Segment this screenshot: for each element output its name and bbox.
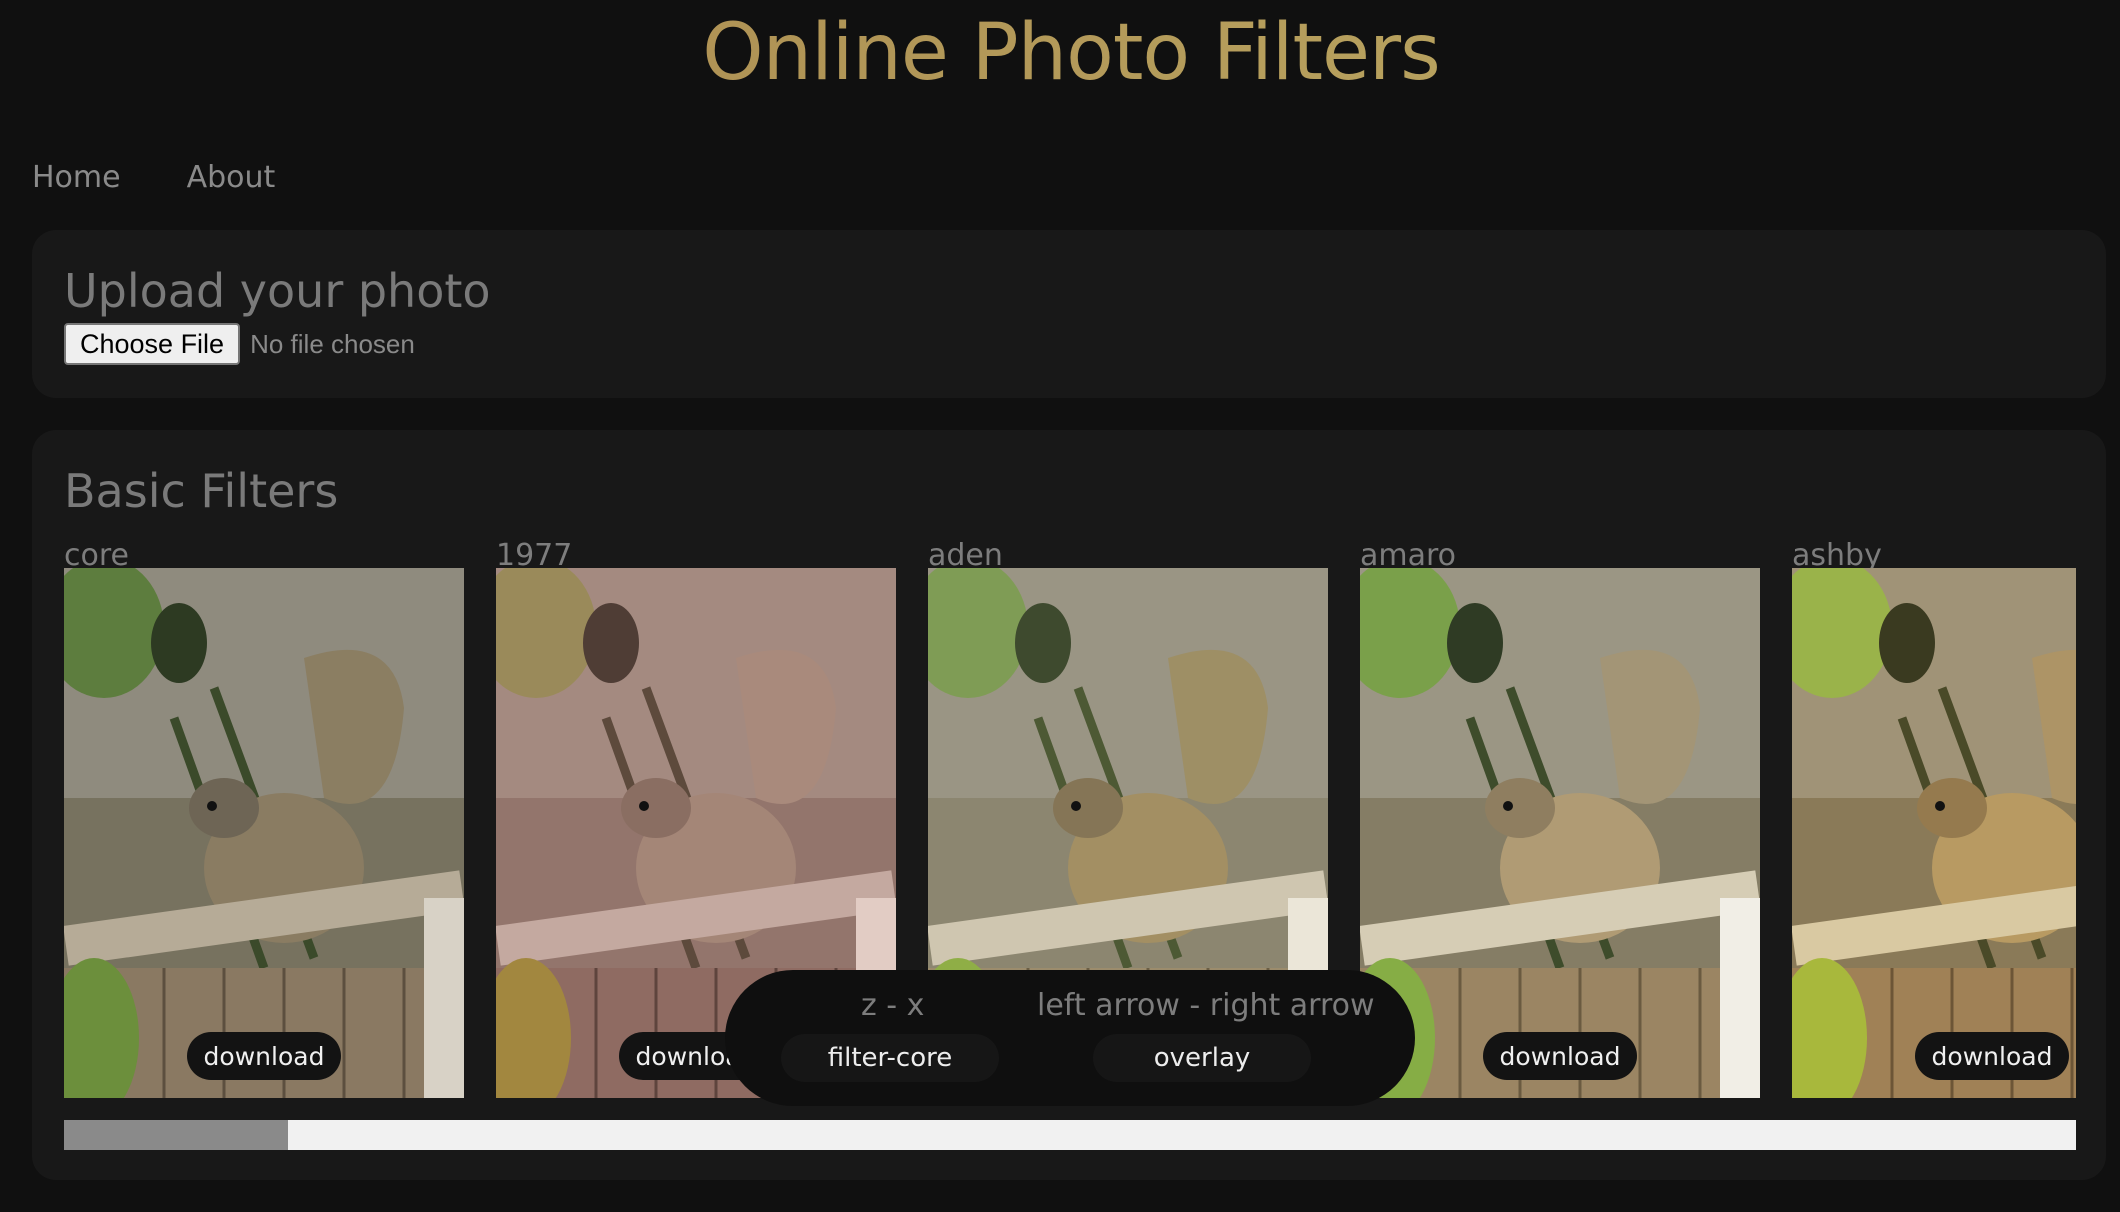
filter-card-ashby: ashby download — [1792, 538, 2076, 1098]
nav-home-link[interactable]: Home — [32, 160, 121, 195]
filter-card-core: core download — [64, 538, 464, 1098]
filter-card-amaro: amaro download — [1360, 538, 1760, 1098]
scrollbar-thumb[interactable] — [64, 1120, 288, 1150]
filter-preview-image[interactable] — [1792, 568, 2076, 1098]
download-button[interactable]: download — [1915, 1032, 2069, 1080]
keyboard-shortcut-overlay: z - x left arrow - right arrow filter-co… — [725, 970, 1415, 1106]
choose-file-button[interactable]: Choose File — [64, 323, 241, 365]
overlay-button[interactable]: overlay — [1093, 1034, 1311, 1082]
main-nav: Home About — [32, 160, 275, 195]
horizontal-scrollbar[interactable] — [64, 1120, 2076, 1150]
filter-preview-image[interactable] — [1360, 568, 1760, 1098]
overlay-shortcut-hint: left arrow - right arrow — [1037, 988, 1375, 1023]
upload-heading: Upload your photo — [64, 264, 491, 318]
page-title: Online Photo Filters — [0, 8, 2120, 98]
filter-core-button[interactable]: filter-core — [781, 1034, 999, 1082]
upload-panel: Upload your photo Choose File No file ch… — [32, 230, 2106, 398]
nav-about-link[interactable]: About — [187, 160, 276, 195]
filter-shortcut-hint: z - x — [861, 988, 925, 1023]
filter-preview-image[interactable] — [64, 568, 464, 1098]
file-status: No file chosen — [250, 328, 415, 359]
filters-heading: Basic Filters — [64, 464, 339, 518]
download-button[interactable]: download — [1483, 1032, 1637, 1080]
file-input[interactable]: Choose File No file chosen — [64, 323, 415, 365]
download-button[interactable]: download — [187, 1032, 341, 1080]
